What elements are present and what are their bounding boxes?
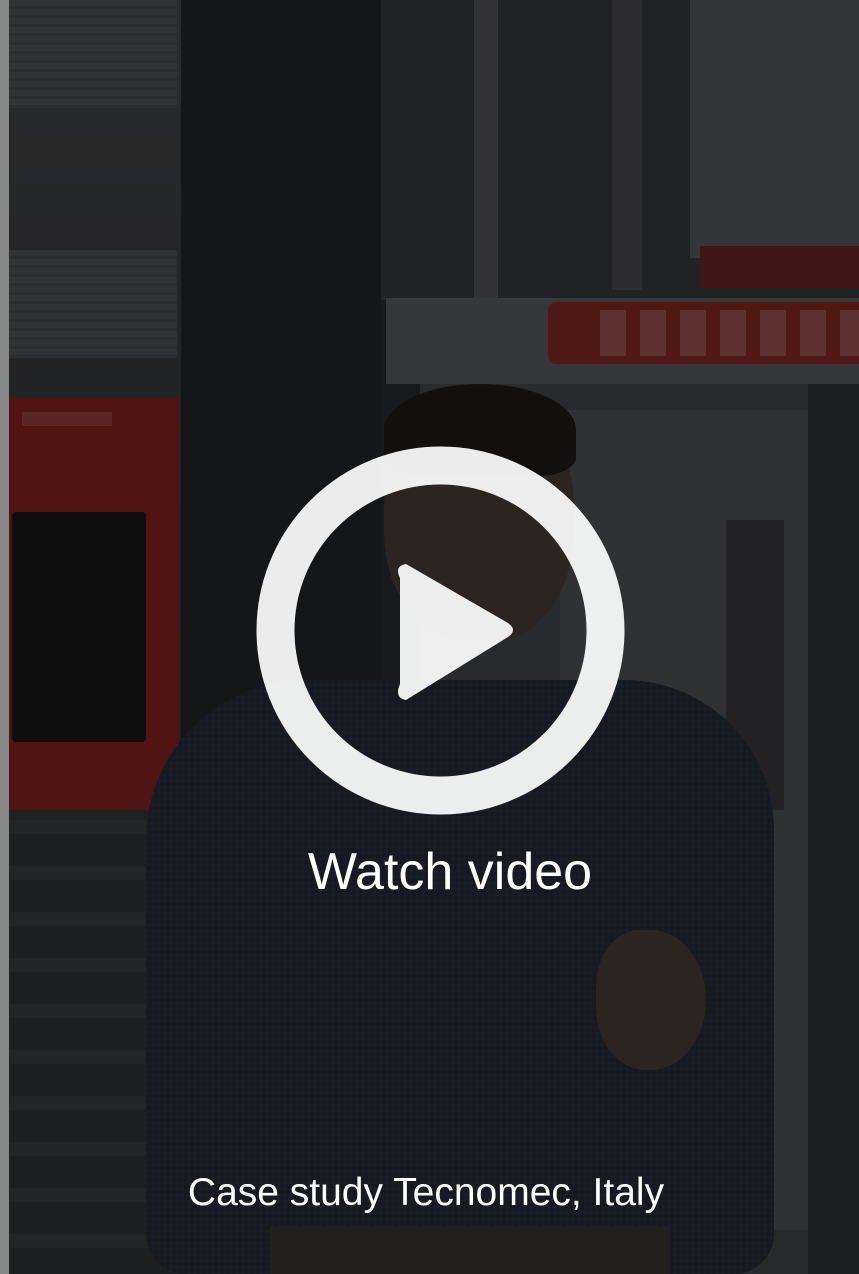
video-player[interactable]: Watch video Case study Tecnomec, Italy [0, 0, 859, 1274]
play-button[interactable] [256, 446, 625, 815]
play-circle-icon[interactable] [256, 446, 625, 815]
video-caption: Case study Tecnomec, Italy [187, 1171, 665, 1214]
watch-video-label[interactable]: Watch video [0, 840, 859, 904]
